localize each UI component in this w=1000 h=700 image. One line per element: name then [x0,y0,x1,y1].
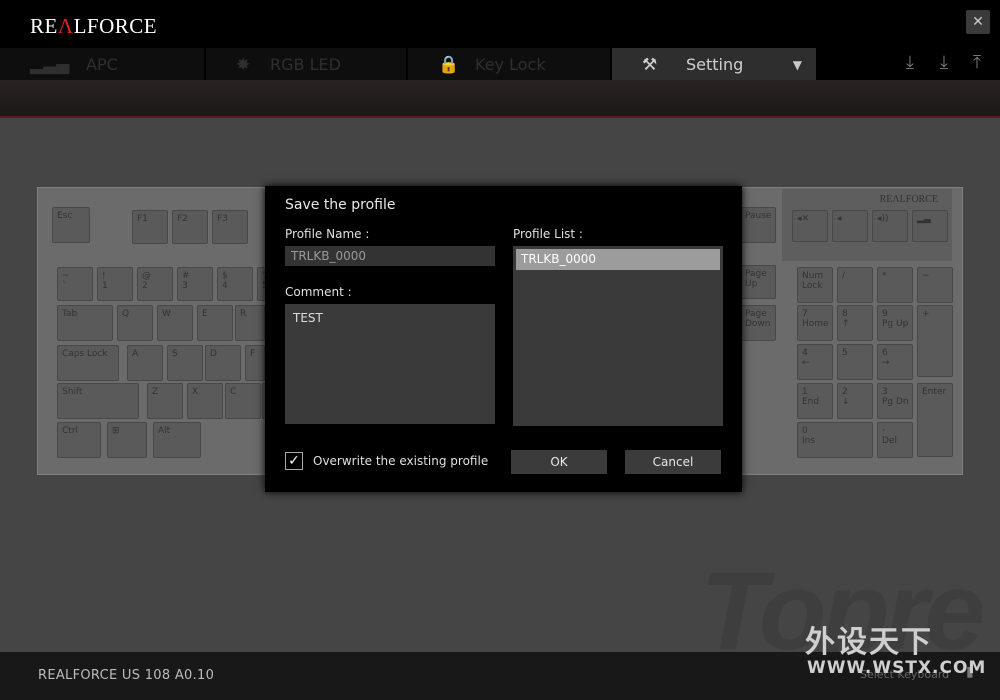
keyboard-key: − [917,267,953,303]
keyboard-key: 5 [837,344,873,380]
keyboard-key: ! 1 [97,267,133,301]
keyboard-key: F1 [132,210,168,244]
keyboard-key: F [245,345,265,381]
keyboard-key: Page Up [740,265,776,299]
profile-name-input[interactable] [285,246,495,266]
tab-apc[interactable]: ▂▃▄ APC [0,48,204,80]
keyboard-key: 4 ← [797,344,833,380]
keyboard-key: Ctrl [57,422,101,458]
list-item[interactable]: TRLKB_0000 [516,249,720,270]
keyboard-key: Tab [57,305,113,341]
checkmark-icon: ✓ [288,453,300,469]
comment-label: Comment : [285,285,352,299]
keyboard-key: Pause [740,207,776,243]
keyboard-key: + [917,305,953,377]
keyboard-key: 6 → [877,344,913,380]
keyboard-key: 1 End [797,383,833,419]
keyboard-key: Q [117,305,153,341]
keyboard-key: A [127,345,163,381]
keyboard-key: / [837,267,873,303]
keyboard-key: F3 [212,210,248,244]
keyboard-key: ◂)) [872,210,908,242]
keyboard-key: 8 ↑ [837,305,873,341]
keyboard-key: Enter [917,383,953,457]
site-watermark-cn: 外设天下 [805,625,933,660]
export-button[interactable]: ⤒ [964,50,990,76]
keyboard-key: 2 ↓ [837,383,873,419]
keyboard-key: 9 Pg Up [877,305,913,341]
profile-list[interactable]: TRLKB_0000 [513,246,723,426]
write-to-keyboard-button[interactable]: ⤓ [897,50,923,76]
keyboard-key: ⊞ [107,422,147,458]
ok-button[interactable]: OK [511,450,607,474]
save-profile-dialog: Save the profile Profile Name : Comment … [265,186,742,492]
keyboard-key: @ 2 [137,267,173,301]
keyboard-key: 7 Home [797,305,833,341]
keyboard-key: 0 Ins [797,422,873,458]
keyboard-key: Num Lock [797,267,833,303]
keyboard-key: C [225,383,261,419]
header-band [0,80,1000,118]
keyboard-key: Esc [52,207,90,243]
realforce-app-window: REΛLFORCE ✕ ▂▃▄ APC ✸ RGB LED 🔒 Key Lock… [0,0,1000,700]
tools-icon: ⚒ [642,55,658,75]
keyboard-key: Alt [153,422,201,458]
keyboard-key: ~ ` [57,267,93,301]
site-watermark-url: WWW.WSTX.COM [807,658,987,678]
comment-textarea[interactable]: TEST [285,304,495,424]
keyboard-key: X [187,383,223,419]
keyboard-key: Shift [57,383,139,419]
keyboard-key: F2 [172,210,208,244]
sparkle-icon: ✸ [236,55,251,75]
dialog-title: Save the profile [285,197,396,213]
keys-icon: ▂▃▄ [30,55,70,75]
keyboard-key: W [157,305,193,341]
tab-setting[interactable]: ⚒ Setting ▼ [612,48,816,80]
tab-rgb-led[interactable]: ✸ RGB LED [206,48,406,80]
profile-list-label: Profile List : [513,227,583,241]
keyboard-key: # 3 [177,267,213,301]
import-button[interactable]: ⤓ [931,50,957,76]
cancel-button[interactable]: Cancel [625,450,721,474]
keyboard-key: $ 4 [217,267,253,301]
keyboard-key: D [205,345,241,381]
realforce-logo: REΛLFORCE [30,14,158,38]
keyboard-key: S [167,345,203,381]
keyboard-key: 3 Pg Dn [877,383,913,419]
dropdown-arrow-icon[interactable]: ▼ [793,48,802,82]
keyboard-download-icon: ⤓ [906,52,914,73]
keyboard-key: ◂✕ [792,210,828,242]
upload-icon: ⤒ [973,52,981,73]
keyboard-key: · Del [877,422,913,458]
keyboard-key: R [235,305,265,341]
lock-icon: 🔒 [438,55,460,75]
profile-name-label: Profile Name : [285,227,370,241]
overwrite-checkbox[interactable]: ✓ [285,452,303,470]
close-icon: ✕ [972,14,984,30]
title-bar: REΛLFORCE ✕ [0,0,1000,48]
keyboard-key: Z [147,383,183,419]
keyboard-key: Page Down [740,305,776,341]
keyboard-key: * [877,267,913,303]
overwrite-label: Overwrite the existing profile [313,454,489,468]
keyboard-key: ▂▃ [912,210,948,242]
tab-key-lock[interactable]: 🔒 Key Lock [408,48,610,80]
close-button[interactable]: ✕ [966,10,990,34]
download-icon: ⤓ [940,52,948,73]
keyboard-key: ◂ [832,210,868,242]
keyboard-model-label: REALFORCE US 108 A0.10 [38,668,215,683]
keyboard-key: E [197,305,233,341]
tab-bar: ▂▃▄ APC ✸ RGB LED 🔒 Key Lock ⚒ Setting ▼ [0,48,1000,80]
keyboard-key: Caps Lock [57,345,119,381]
